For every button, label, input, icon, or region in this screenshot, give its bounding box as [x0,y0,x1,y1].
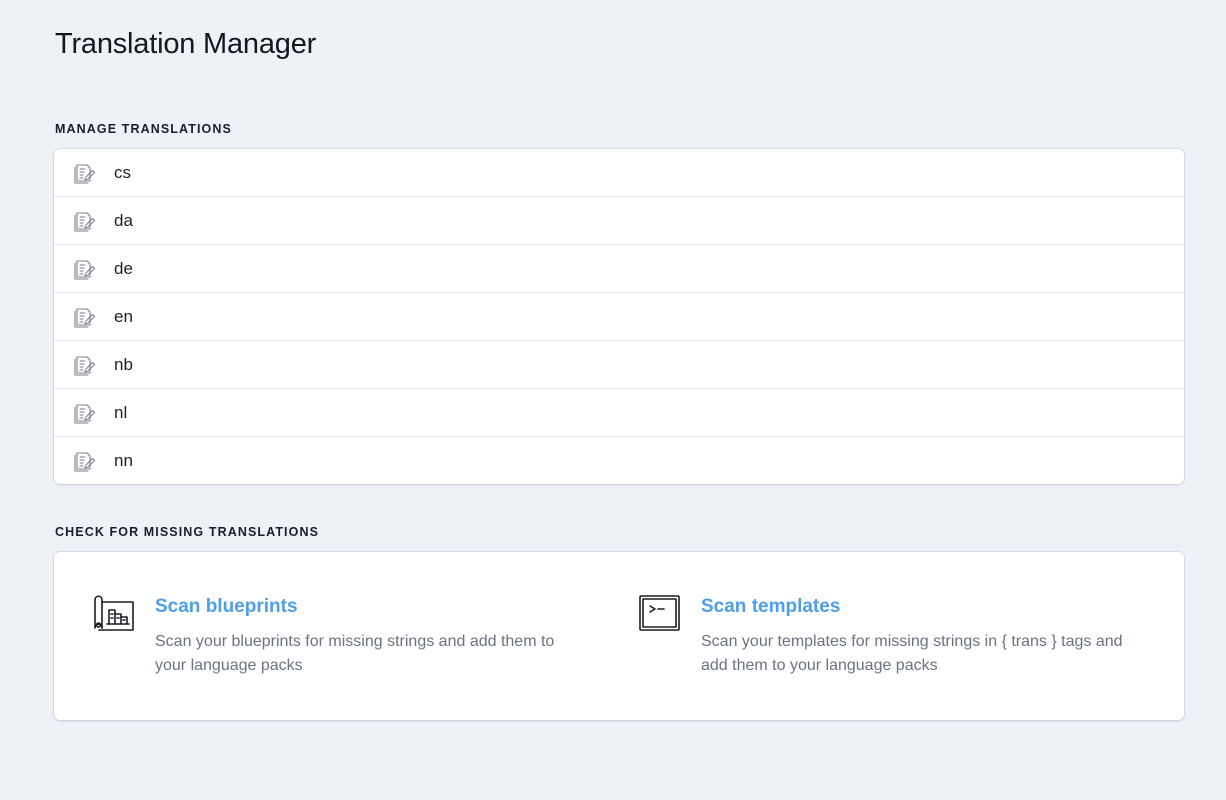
scan-templates-description: Scan your templates for missing strings … [701,633,1123,674]
language-list: cs da de en nb nl nn [54,149,1184,484]
document-edit-icon [73,210,95,232]
language-row-cs[interactable]: cs [54,149,1184,196]
language-row-nn[interactable]: nn [54,436,1184,484]
scan-blueprints-link[interactable]: Scan blueprints [155,596,585,618]
document-edit-icon [73,354,95,376]
missing-translations-heading: Check for missing translations [55,525,320,539]
document-edit-icon [73,162,95,184]
language-label[interactable]: en [114,307,133,327]
scan-blueprints-description: Scan your blueprints for missing strings… [155,633,555,674]
language-row-nl[interactable]: nl [54,388,1184,436]
blueprint-scroll-icon [92,592,136,636]
language-row-nb[interactable]: nb [54,340,1184,388]
page-title: Translation Manager [55,28,317,60]
terminal-icon [638,592,682,636]
document-edit-icon [73,402,95,424]
document-edit-icon [73,306,95,328]
language-label[interactable]: cs [114,163,131,183]
scan-options-card: Scan blueprints Scan your blueprints for… [54,552,1184,720]
document-edit-icon [73,450,95,472]
language-row-de[interactable]: de [54,244,1184,292]
manage-translations-heading: Manage Translations [55,122,232,136]
document-edit-icon [73,258,95,280]
language-label[interactable]: de [114,259,133,279]
language-label[interactable]: da [114,211,133,231]
scan-templates-link[interactable]: Scan templates [701,596,1131,618]
language-label[interactable]: nn [114,451,133,471]
language-label[interactable]: nb [114,355,133,375]
language-label[interactable]: nl [114,403,127,423]
scan-blueprints-option[interactable]: Scan blueprints Scan your blueprints for… [92,592,585,678]
language-row-da[interactable]: da [54,196,1184,244]
language-row-en[interactable]: en [54,292,1184,340]
scan-templates-option[interactable]: Scan templates Scan your templates for m… [638,592,1131,678]
